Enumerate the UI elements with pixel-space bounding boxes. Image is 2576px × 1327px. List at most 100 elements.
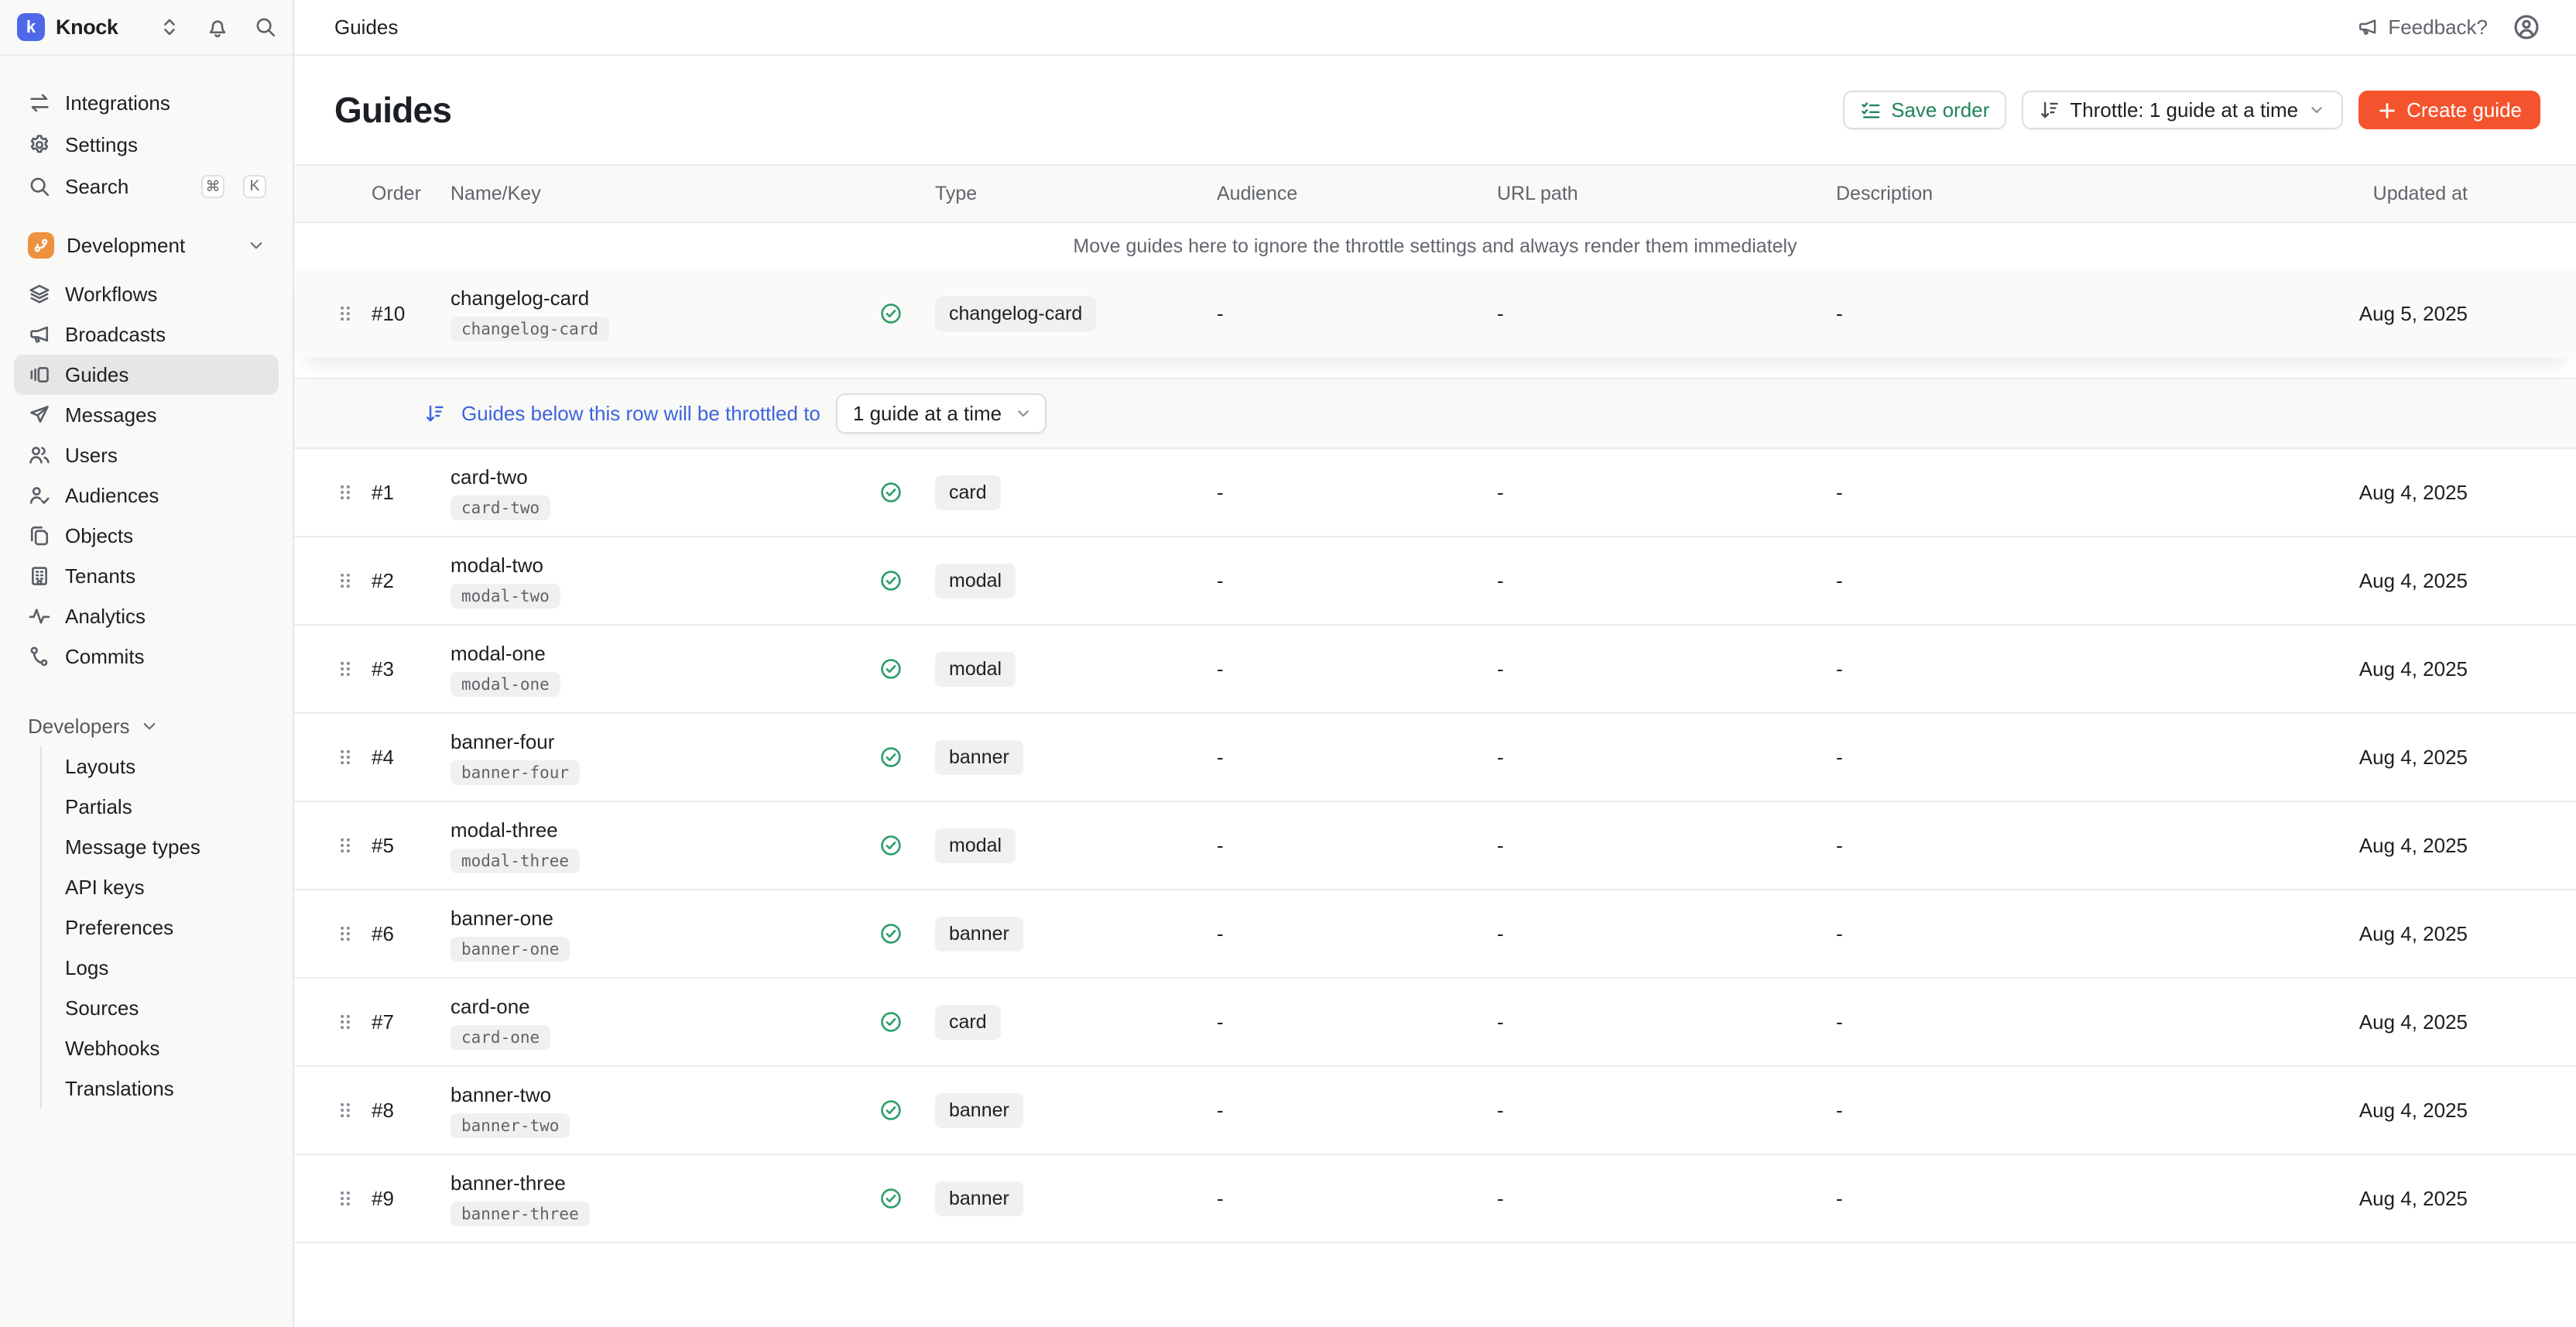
guide-row-modal-two[interactable]: #2modal-twomodal-twomodal---Aug 4, 2025 bbox=[294, 537, 2576, 626]
search-icon bbox=[28, 175, 51, 198]
guide-type-badge: card bbox=[935, 1005, 1001, 1040]
sidebar-item-analytics[interactable]: Analytics bbox=[14, 596, 279, 636]
create-guide-button[interactable]: Create guide bbox=[2358, 91, 2540, 129]
throttle-divider-row: Guides below this row will be throttled … bbox=[294, 378, 2576, 449]
drag-handle-icon[interactable] bbox=[325, 747, 365, 767]
sidebar-item-objects[interactable]: Objects bbox=[14, 516, 279, 556]
guide-url-path: - bbox=[1489, 481, 1830, 505]
throttle-dropdown-button[interactable]: Throttle: 1 guide at a time bbox=[2022, 91, 2343, 129]
guide-url-path: - bbox=[1489, 1187, 1830, 1211]
guide-name: card-one bbox=[450, 995, 530, 1019]
active-check-icon bbox=[879, 569, 932, 592]
drag-handle-icon[interactable] bbox=[325, 924, 365, 944]
commit-icon bbox=[28, 645, 51, 668]
guide-row-modal-three[interactable]: #5modal-threemodal-threemodal---Aug 4, 2… bbox=[294, 802, 2576, 890]
sidebar-item-settings[interactable]: Settings bbox=[14, 124, 279, 166]
drag-handle-icon[interactable] bbox=[325, 1100, 365, 1120]
search-icon[interactable] bbox=[254, 15, 277, 39]
guide-name: banner-one bbox=[450, 907, 553, 931]
guide-row-modal-one[interactable]: #3modal-onemodal-onemodal---Aug 4, 2025 bbox=[294, 626, 2576, 714]
sidebar-item-workflows[interactable]: Workflows bbox=[14, 274, 279, 314]
drag-handle-icon[interactable] bbox=[325, 1188, 365, 1209]
sidebar-item-tenants[interactable]: Tenants bbox=[14, 556, 279, 596]
sidebar-item-translations[interactable]: Translations bbox=[42, 1068, 279, 1109]
users-icon bbox=[28, 444, 51, 467]
guide-updated-at: Aug 4, 2025 bbox=[2341, 746, 2468, 770]
sidebar-item-api-keys[interactable]: API keys bbox=[42, 867, 279, 907]
guide-row-card-two[interactable]: #1card-twocard-twocard---Aug 4, 2025 bbox=[294, 449, 2576, 537]
guide-type-badge: modal bbox=[935, 564, 1016, 598]
guide-updated-at: Aug 4, 2025 bbox=[2341, 569, 2468, 593]
guide-order: #2 bbox=[365, 569, 446, 593]
guide-row-card-one[interactable]: #7card-onecard-onecard---Aug 4, 2025 bbox=[294, 979, 2576, 1067]
column-header-updated-at: Updated at bbox=[2341, 183, 2468, 205]
user-avatar-icon[interactable] bbox=[2513, 13, 2540, 41]
shortcut-key: ⌘ bbox=[201, 175, 224, 198]
drag-handle-icon[interactable] bbox=[325, 1012, 365, 1032]
guide-updated-at: Aug 4, 2025 bbox=[2341, 481, 2468, 505]
guide-type-badge: banner bbox=[935, 1181, 1023, 1216]
sidebar-item-logs[interactable]: Logs bbox=[42, 948, 279, 988]
sidebar-item-label: Commits bbox=[65, 645, 266, 669]
guide-row-changelog-card[interactable]: #10changelog-cardchangelog-cardchangelog… bbox=[294, 269, 2576, 358]
save-order-button[interactable]: Save order bbox=[1843, 91, 2006, 129]
sidebar-item-broadcasts[interactable]: Broadcasts bbox=[14, 314, 279, 355]
drag-handle-icon[interactable] bbox=[325, 571, 365, 591]
sidebar-item-guides[interactable]: Guides bbox=[14, 355, 279, 395]
guide-url-path: - bbox=[1489, 746, 1830, 770]
sidebar-item-preferences[interactable]: Preferences bbox=[42, 907, 279, 948]
guide-row-banner-two[interactable]: #8banner-twobanner-twobanner---Aug 4, 20… bbox=[294, 1067, 2576, 1155]
sidebar-item-label: Audiences bbox=[65, 484, 266, 508]
sidebar-item-commits[interactable]: Commits bbox=[14, 636, 279, 677]
sidebar-item-webhooks[interactable]: Webhooks bbox=[42, 1028, 279, 1068]
guide-key-badge: modal-one bbox=[450, 672, 560, 697]
guide-description: - bbox=[1830, 657, 2341, 681]
guide-audience: - bbox=[1208, 922, 1489, 946]
guide-description: - bbox=[1830, 746, 2341, 770]
guide-updated-at: Aug 4, 2025 bbox=[2341, 1010, 2468, 1034]
sidebar-item-users[interactable]: Users bbox=[14, 435, 279, 475]
guide-updated-at: Aug 4, 2025 bbox=[2341, 834, 2468, 858]
guide-row-banner-three[interactable]: #9banner-threebanner-threebanner---Aug 4… bbox=[294, 1155, 2576, 1243]
checklist-icon bbox=[1860, 99, 1882, 121]
notifications-bell-icon[interactable] bbox=[206, 15, 229, 39]
swap-icon bbox=[28, 91, 51, 115]
guide-updated-at: Aug 4, 2025 bbox=[2341, 657, 2468, 681]
workspace-switcher-icon[interactable] bbox=[158, 15, 181, 39]
sidebar-item-search[interactable]: Search⌘K bbox=[14, 166, 279, 207]
sidebar-item-messages[interactable]: Messages bbox=[14, 395, 279, 435]
guide-url-path: - bbox=[1489, 657, 1830, 681]
sidebar-item-audiences[interactable]: Audiences bbox=[14, 475, 279, 516]
guide-updated-at: Aug 5, 2025 bbox=[2341, 302, 2468, 326]
drag-handle-icon[interactable] bbox=[325, 303, 365, 324]
sidebar-item-integrations[interactable]: Integrations bbox=[14, 82, 279, 124]
guide-description: - bbox=[1830, 302, 2341, 326]
drag-handle-icon[interactable] bbox=[325, 482, 365, 502]
sidebar-item-sources[interactable]: Sources bbox=[42, 988, 279, 1028]
sidebar-item-partials[interactable]: Partials bbox=[42, 787, 279, 827]
guide-row-banner-four[interactable]: #4banner-fourbanner-fourbanner---Aug 4, … bbox=[294, 714, 2576, 802]
guides-icon bbox=[28, 363, 51, 386]
guide-name: changelog-card bbox=[450, 286, 589, 310]
throttle-amount-select[interactable]: 1 guide at a time bbox=[836, 393, 1046, 434]
copy-icon bbox=[28, 524, 51, 547]
environment-switcher[interactable]: Development bbox=[14, 225, 279, 266]
sidebar-item-label: Search bbox=[65, 175, 183, 199]
guide-row-banner-one[interactable]: #6banner-onebanner-onebanner---Aug 4, 20… bbox=[294, 890, 2576, 979]
developers-section-toggle[interactable]: Developers bbox=[14, 706, 279, 746]
guide-url-path: - bbox=[1489, 922, 1830, 946]
active-check-icon bbox=[879, 834, 932, 857]
guide-order: #9 bbox=[365, 1187, 446, 1211]
throttle-divider-label: Guides below this row will be throttled … bbox=[461, 402, 820, 426]
drag-handle-icon[interactable] bbox=[325, 835, 365, 856]
active-check-icon bbox=[879, 746, 932, 769]
sidebar-item-message-types[interactable]: Message types bbox=[42, 827, 279, 867]
feedback-button[interactable]: Feedback? bbox=[2357, 15, 2488, 39]
guide-audience: - bbox=[1208, 1187, 1489, 1211]
create-guide-label: Create guide bbox=[2406, 98, 2522, 122]
guide-order: #7 bbox=[365, 1010, 446, 1034]
drag-handle-icon[interactable] bbox=[325, 659, 365, 679]
guide-audience: - bbox=[1208, 657, 1489, 681]
sidebar-item-layouts[interactable]: Layouts bbox=[42, 746, 279, 787]
guide-audience: - bbox=[1208, 569, 1489, 593]
